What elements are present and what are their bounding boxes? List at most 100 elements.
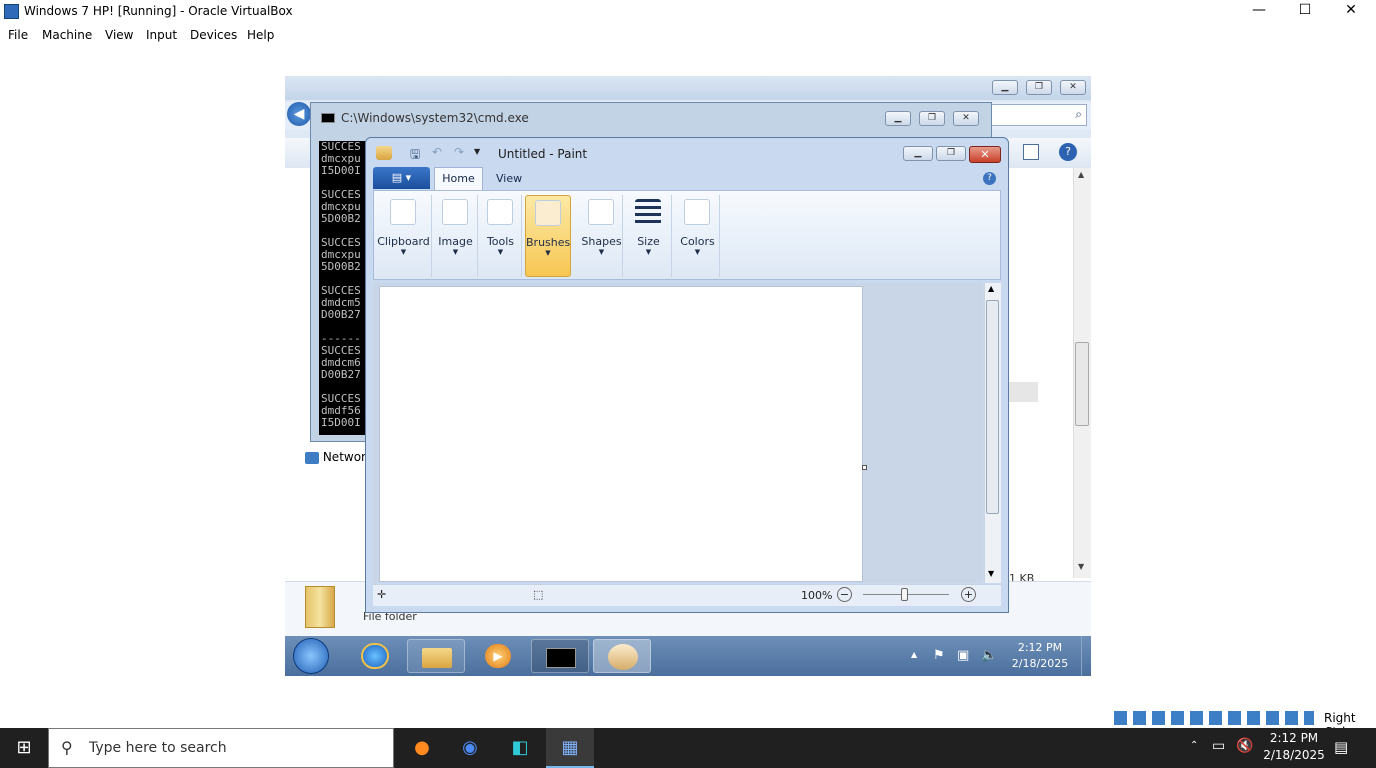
network-nav-item[interactable]: Networ	[305, 450, 366, 464]
scroll-down-arrow-icon[interactable]: ▼	[1078, 562, 1084, 571]
guest-clock[interactable]: 2:12 PM 2/18/2025	[1003, 640, 1077, 672]
explorer-scroll-thumb[interactable]	[1075, 342, 1089, 426]
save-icon[interactable]: 🖫	[410, 145, 420, 166]
shapes-label: Shapes	[581, 235, 622, 248]
paint-title-bar: 🖫 ↶ ↷ ▼ Untitled - Paint ▁ ❐ ✕	[366, 138, 1008, 170]
cmd-icon	[546, 648, 576, 668]
clipboard-label: Clipboard	[377, 235, 430, 248]
clipboard-group[interactable]: Clipboard ▼	[376, 195, 432, 277]
windows-start-orb[interactable]	[293, 638, 329, 674]
scroll-down-arrow-icon[interactable]: ▼	[988, 569, 994, 578]
network-tray-icon[interactable]: ▭	[1212, 738, 1225, 754]
cmd-close-button[interactable]: ✕	[953, 111, 979, 126]
host-minimize-button[interactable]: —	[1236, 2, 1282, 22]
host-maximize-button[interactable]: ☐	[1282, 2, 1328, 22]
paint-close-button[interactable]: ✕	[969, 146, 1001, 163]
chevron-down-icon: ▼	[645, 248, 652, 256]
host-menu-bar: File Machine View Input Devices Help	[0, 24, 1376, 46]
guest-screen[interactable]: ▁ ❐ ✕ ◀ ⌕ ? ▲ ▼ Networ 1 KB File folder	[285, 76, 1091, 676]
tools-group[interactable]: Tools ▼	[480, 195, 522, 277]
help-icon[interactable]: ?	[1059, 143, 1077, 161]
paint-maximize-button[interactable]: ❐	[936, 146, 966, 161]
zoom-level: 100%	[801, 589, 833, 602]
tab-home[interactable]: Home	[434, 167, 483, 191]
show-hidden-icons-icon[interactable]: ▲	[911, 650, 917, 659]
menu-file[interactable]: File	[8, 28, 28, 42]
paint-file-menu-button[interactable]: ▤ ▾	[373, 167, 430, 189]
volume-icon[interactable]: 🔈	[981, 648, 997, 663]
paint-window[interactable]: 🖫 ↶ ↷ ▼ Untitled - Paint ▁ ❐ ✕ ▤ ▾ Home …	[365, 137, 1009, 613]
menu-help[interactable]: Help	[247, 28, 274, 42]
cmd-minimize-button[interactable]: ▁	[885, 111, 911, 126]
windows-start-button[interactable]: ⊞	[0, 728, 48, 768]
quick-access-dropdown-icon[interactable]: ▼	[474, 147, 480, 156]
back-arrow-icon[interactable]: ◀	[287, 102, 311, 126]
line-size-icon	[635, 199, 661, 225]
virtualbox-taskbar-icon[interactable]: ▦	[546, 728, 594, 768]
host-clock[interactable]: 2:12 PM 2/18/2025	[1256, 730, 1332, 764]
undo-icon[interactable]: ↶	[432, 145, 442, 159]
host-close-button[interactable]: ✕	[1328, 2, 1374, 22]
chevron-down-icon: ▼	[400, 248, 407, 256]
show-desktop-button[interactable]	[1081, 636, 1091, 676]
taskbar-search-box[interactable]: ⚲ Type here to search	[48, 728, 394, 768]
chrome-taskbar-icon[interactable]: ◉	[446, 728, 494, 768]
firefox-taskbar-icon[interactable]: ●	[398, 728, 446, 768]
shapes-group[interactable]: Shapes ▼	[581, 195, 623, 277]
chevron-down-icon: ▼	[497, 248, 504, 256]
notifications-icon[interactable]: ▤	[1334, 738, 1348, 756]
menu-machine[interactable]: Machine	[42, 28, 92, 42]
zoom-in-button[interactable]: +	[961, 587, 976, 602]
explorer-taskbar-button[interactable]	[407, 639, 465, 673]
host-title-bar: Windows 7 HP! [Running] - Oracle Virtual…	[0, 0, 1376, 24]
internet-explorer-taskbar-button[interactable]	[347, 639, 405, 673]
paint-app-icon[interactable]	[376, 146, 392, 160]
cmd-title: C:\Windows\system32\cmd.exe	[341, 111, 529, 125]
tab-view[interactable]: View	[496, 172, 522, 185]
cmd-maximize-button[interactable]: ❐	[919, 111, 945, 126]
brushes-label: Brushes	[526, 236, 571, 249]
host-time: 2:12 PM	[1269, 731, 1319, 745]
show-hidden-icons-icon[interactable]: ⌃	[1190, 740, 1198, 751]
preview-pane-icon[interactable]	[1023, 144, 1039, 160]
vscode-taskbar-icon[interactable]: ◧	[496, 728, 544, 768]
menu-view[interactable]: View	[105, 28, 133, 42]
paint-minimize-button[interactable]: ▁	[903, 146, 933, 161]
colors-label: Colors	[680, 235, 715, 248]
explorer-selected-row	[1005, 382, 1038, 402]
guest-time: 2:12 PM	[1017, 641, 1063, 654]
scroll-up-arrow-icon[interactable]: ▲	[1078, 170, 1084, 179]
brushes-group[interactable]: Brushes ▼	[525, 195, 571, 277]
folder-icon	[422, 648, 452, 668]
action-center-flag-icon[interactable]: ⚑	[933, 648, 945, 663]
cmd-taskbar-button[interactable]	[531, 639, 589, 673]
paint-canvas[interactable]	[379, 286, 863, 582]
volume-muted-icon[interactable]: 🔇	[1236, 738, 1253, 754]
zoom-out-button[interactable]: −	[837, 587, 852, 602]
host-date: 2/18/2025	[1263, 748, 1325, 762]
explorer-maximize-button[interactable]: ❐	[1026, 80, 1052, 95]
zoom-slider-thumb[interactable]	[901, 588, 908, 601]
size-group[interactable]: Size ▼	[626, 195, 672, 277]
media-player-taskbar-button[interactable]: ▶	[469, 639, 527, 673]
image-group[interactable]: Image ▼	[434, 195, 478, 277]
paint-status-bar: ✛ ⬚ 100% − +	[373, 584, 1001, 606]
paint-taskbar-button[interactable]	[593, 639, 651, 673]
colors-group[interactable]: Colors ▼	[676, 195, 720, 277]
scroll-up-arrow-icon[interactable]: ▲	[988, 284, 994, 293]
menu-devices[interactable]: Devices	[190, 28, 237, 42]
paint-scroll-thumb[interactable]	[986, 300, 999, 514]
network-tray-icon[interactable]: ▣	[957, 648, 969, 663]
menu-input[interactable]: Input	[146, 28, 177, 42]
explorer-minimize-button[interactable]: ▁	[992, 80, 1018, 95]
search-placeholder: Type here to search	[89, 740, 227, 756]
palette-icon	[684, 199, 710, 225]
shapes-icon	[588, 199, 614, 225]
chevron-down-icon: ▼	[545, 249, 551, 257]
vbox-device-icons[interactable]	[1114, 711, 1314, 725]
canvas-resize-handle[interactable]	[862, 465, 867, 470]
tools-label: Tools	[486, 235, 515, 248]
redo-icon[interactable]: ↷	[454, 145, 464, 159]
explorer-close-button[interactable]: ✕	[1060, 80, 1086, 95]
paint-help-icon[interactable]: ?	[983, 172, 996, 185]
